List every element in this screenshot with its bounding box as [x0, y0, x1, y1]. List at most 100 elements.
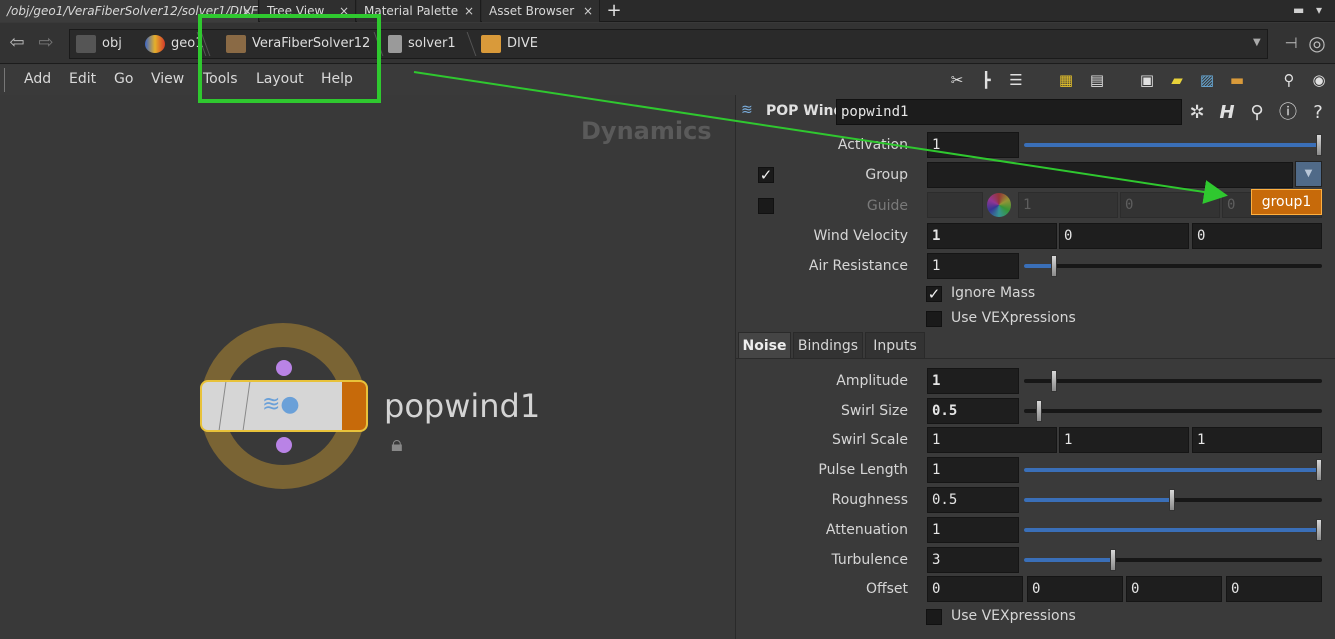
activation-field[interactable]: 1 — [927, 132, 1019, 158]
color-wheel-icon[interactable] — [987, 193, 1011, 217]
guide-field-1[interactable]: 1 — [1018, 192, 1118, 218]
node-bypass-flag[interactable] — [218, 382, 227, 430]
group-field[interactable] — [927, 162, 1293, 188]
help-h-icon[interactable]: H — [1216, 102, 1238, 124]
air-resistance-label: Air Resistance — [808, 258, 908, 274]
node-output-connector[interactable] — [276, 437, 292, 453]
ignore-mass-checkbox[interactable]: ✓ — [926, 286, 942, 302]
eye-icon[interactable]: ◉ — [1309, 70, 1329, 90]
chevron-down-icon[interactable]: ▼ — [1253, 37, 1263, 51]
amplitude-slider[interactable] — [1024, 370, 1322, 392]
tree-icon[interactable]: ┣ — [976, 70, 996, 90]
group1-button[interactable]: group1 — [1251, 189, 1322, 215]
swirl-size-field[interactable]: 0.5 — [927, 398, 1019, 424]
highlight-box — [198, 14, 381, 103]
roughness-field[interactable]: 0.5 — [927, 487, 1019, 513]
network-box-icon[interactable]: ▣ — [1137, 70, 1157, 90]
breadcrumb-solver1[interactable]: solver1 — [388, 30, 456, 58]
menu-view[interactable]: View — [151, 71, 184, 87]
turbulence-slider[interactable] — [1024, 549, 1322, 571]
swirl-size-slider[interactable] — [1024, 400, 1322, 422]
activation-slider[interactable] — [1024, 134, 1322, 156]
guide-color-swatch[interactable] — [927, 192, 983, 218]
offset-w[interactable]: 0 — [1226, 576, 1322, 602]
attenuation-field[interactable]: 1 — [927, 517, 1019, 543]
pin-icon[interactable]: ⊣ — [1280, 33, 1302, 55]
tools-icon[interactable]: ✂ — [947, 70, 967, 90]
offset-z[interactable]: 0 — [1126, 576, 1222, 602]
air-resistance-slider[interactable] — [1024, 255, 1322, 277]
swirl-scale-y[interactable]: 1 — [1059, 427, 1189, 453]
turbulence-label: Turbulence — [831, 552, 908, 568]
wind-velocity-y[interactable]: 0 — [1059, 223, 1189, 249]
close-icon[interactable]: × — [583, 0, 593, 22]
offset-y[interactable]: 0 — [1027, 576, 1123, 602]
air-resistance-field[interactable]: 1 — [927, 253, 1019, 279]
menu-add[interactable]: Add — [24, 71, 51, 87]
param-tabs: Noise Bindings Inputs — [736, 331, 1335, 359]
link-icon[interactable]: ◎ — [1306, 33, 1328, 55]
image-icon[interactable]: ▨ — [1197, 70, 1217, 90]
breadcrumb-dive[interactable]: DIVE — [481, 30, 538, 58]
amplitude-field[interactable]: 1 — [927, 368, 1019, 394]
toolbar-grip[interactable] — [4, 68, 10, 92]
network-editor[interactable]: Dynamics ≋● popwind1 🔒︎ — [0, 95, 735, 639]
swirl-size-label: Swirl Size — [840, 403, 908, 419]
sticky-note-icon[interactable]: ▰ — [1167, 70, 1187, 90]
swirl-scale-x[interactable]: 1 — [927, 427, 1057, 453]
wind-velocity-z[interactable]: 0 — [1192, 223, 1322, 249]
tab-inputs[interactable]: Inputs — [865, 332, 925, 359]
roughness-slider[interactable] — [1024, 489, 1322, 511]
close-icon[interactable]: × — [464, 0, 474, 22]
node-input-connector[interactable] — [276, 360, 292, 376]
node-name-field[interactable]: popwind1 — [836, 99, 1182, 125]
attenuation-slider[interactable] — [1024, 519, 1322, 541]
node-lock-flag[interactable] — [242, 382, 251, 430]
geo-icon — [145, 34, 165, 53]
pulse-length-field[interactable]: 1 — [927, 457, 1019, 483]
swirl-scale-z[interactable]: 1 — [1192, 427, 1322, 453]
activation-label: Activation — [837, 137, 908, 153]
use-vex-checkbox[interactable] — [926, 609, 942, 625]
guide-field-2[interactable]: 0 — [1120, 192, 1220, 218]
tab-noise[interactable]: Noise — [738, 332, 791, 359]
search-icon[interactable]: ⚲ — [1279, 70, 1299, 90]
offset-x[interactable]: 0 — [927, 576, 1023, 602]
node-name-label: popwind1 — [384, 387, 541, 425]
forward-arrow-icon[interactable]: ⇨ — [35, 33, 57, 55]
guide-checkbox[interactable] — [758, 198, 774, 214]
turbulence-field[interactable]: 3 — [927, 547, 1019, 573]
node-display-flag[interactable] — [342, 382, 366, 430]
lock-icon: 🔒︎ — [391, 432, 403, 457]
group-checkbox[interactable]: ✓ — [758, 167, 774, 183]
gear-icon[interactable]: ✲ — [1186, 102, 1208, 124]
minimize-icon[interactable]: ▬ — [1293, 3, 1304, 17]
network-toolbar: ✂ ┣ ☰ ▦ ▤ ▣ ▰ ▨ ▬ ⚲ ◉ — [735, 65, 1335, 95]
search-icon[interactable]: ⚲ — [1246, 102, 1268, 124]
node-popwind1[interactable]: ≋● — [200, 380, 368, 432]
amplitude-label: Amplitude — [836, 373, 908, 389]
list-icon[interactable]: ☰ — [1006, 70, 1026, 90]
info-icon[interactable]: ⓘ — [1277, 102, 1299, 124]
details-icon[interactable]: ▤ — [1087, 70, 1107, 90]
subnet-icon[interactable]: ▬ — [1227, 70, 1247, 90]
grid-icon[interactable]: ▦ — [1056, 70, 1076, 90]
use-vex-checkbox[interactable] — [926, 311, 942, 327]
ignore-mass-label: Ignore Mass — [951, 285, 1036, 301]
pulse-length-slider[interactable] — [1024, 459, 1322, 481]
wind-velocity-x[interactable]: 1 — [927, 223, 1057, 249]
menu-edit[interactable]: Edit — [69, 71, 96, 87]
menu-arrow-icon[interactable]: ▾ — [1316, 3, 1322, 17]
swirl-scale-label: Swirl Scale — [832, 432, 908, 448]
breadcrumb-obj[interactable]: obj — [76, 30, 122, 58]
back-arrow-icon[interactable]: ⇦ — [6, 33, 28, 55]
pulse-length-label: Pulse Length — [818, 462, 908, 478]
wind-velocity-label: Wind Velocity — [813, 228, 908, 244]
group-dropdown-button[interactable]: ▼ — [1295, 161, 1322, 187]
add-tab-button[interactable]: + — [606, 0, 622, 22]
help-icon[interactable]: ? — [1307, 102, 1329, 124]
guide-label: Guide — [866, 198, 908, 214]
tab-asset-browser[interactable]: Asset Browser × — [482, 0, 600, 22]
tab-bindings[interactable]: Bindings — [793, 332, 863, 359]
menu-go[interactable]: Go — [114, 71, 133, 87]
